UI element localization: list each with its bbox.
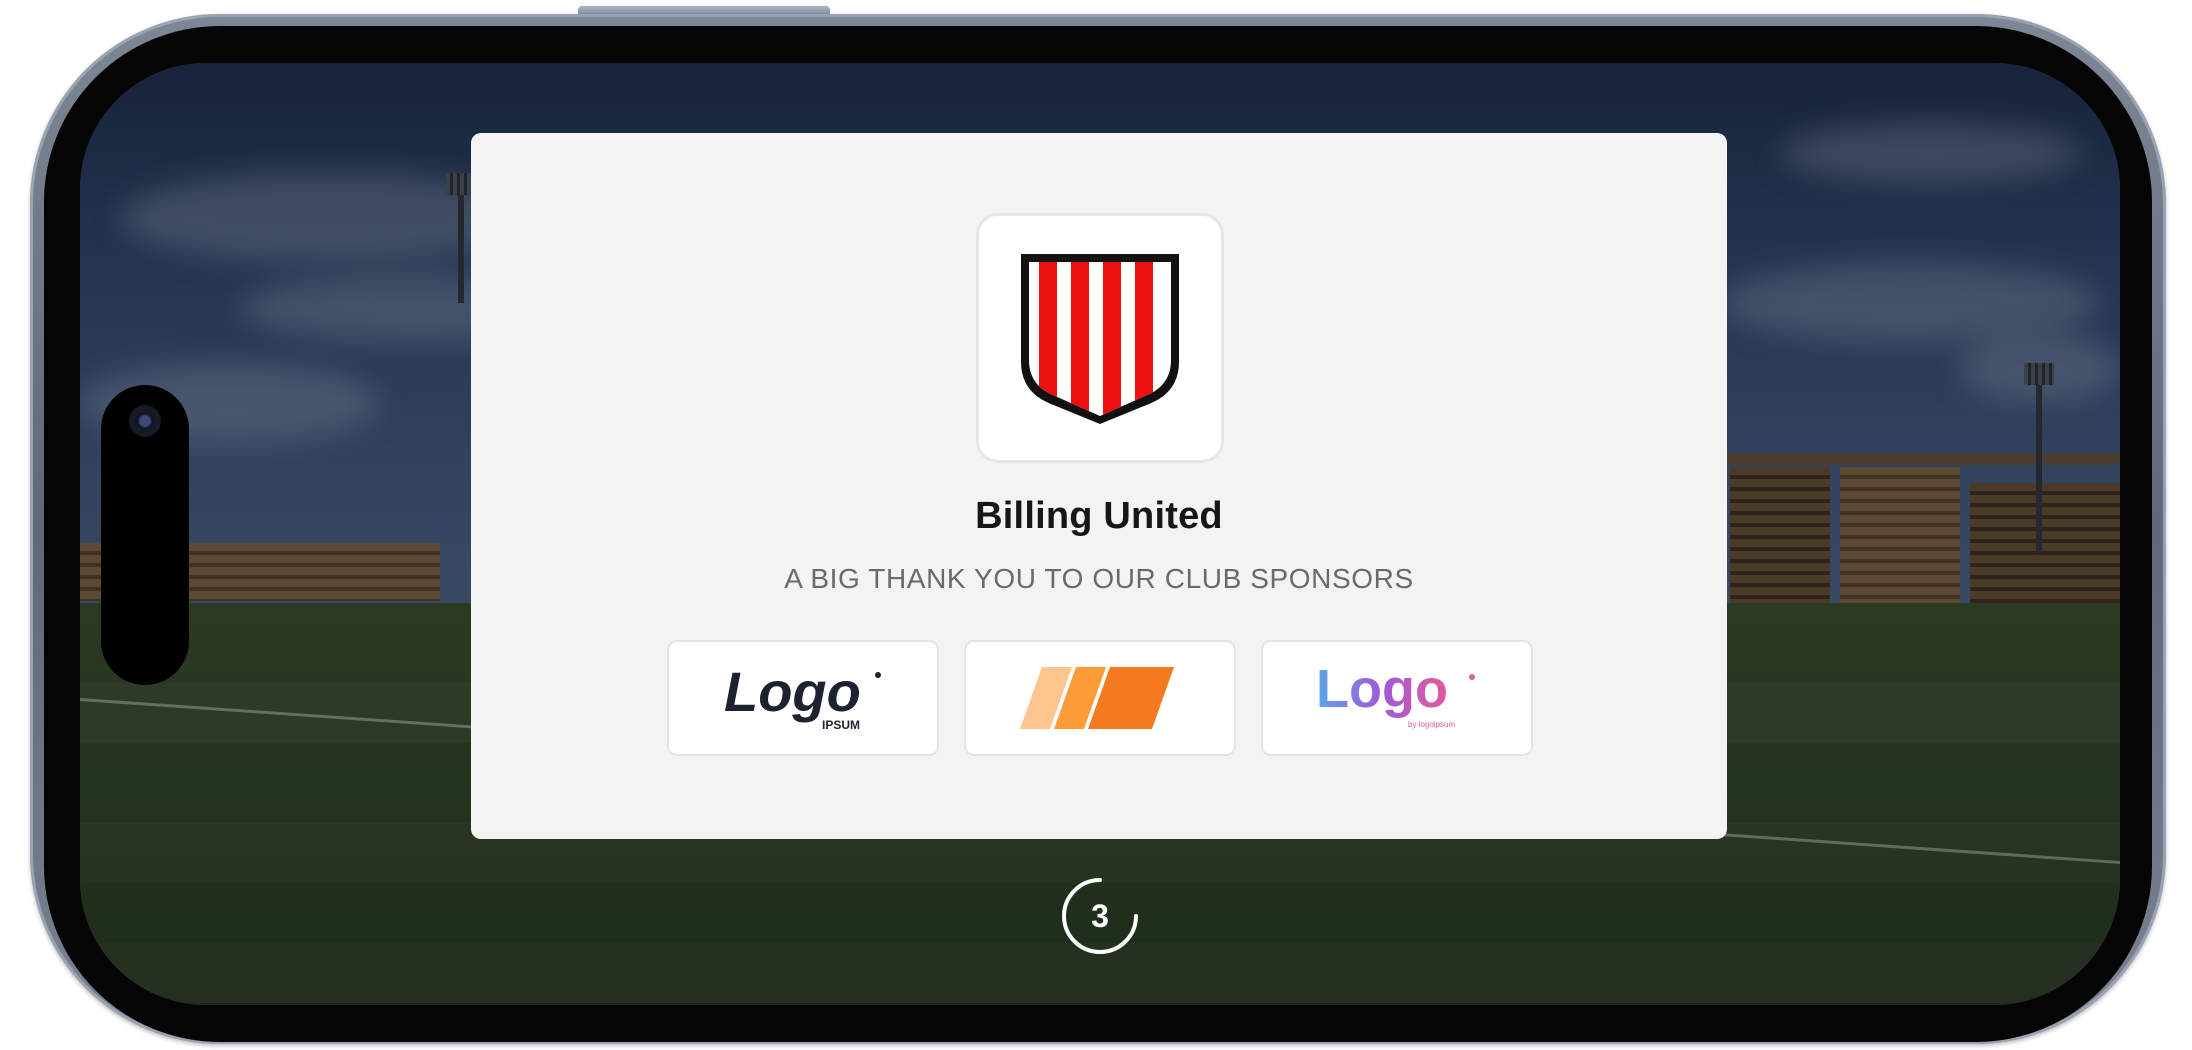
gradient-logo-wordmark-icon: Logo by logoipsum bbox=[1316, 663, 1475, 729]
orange-stripes-logo-icon bbox=[1020, 667, 1174, 729]
sponsor-3-subtext: by logoipsum bbox=[1408, 720, 1455, 729]
sponsor-1-subtext: IPSUM bbox=[822, 718, 860, 732]
camera-icon bbox=[129, 405, 161, 437]
stadium-stands-right bbox=[1970, 483, 2120, 603]
device-mockup: Billing United A BIG THANK YOU TO OUR CL… bbox=[0, 0, 2192, 1050]
dynamic-island bbox=[101, 385, 189, 685]
stadium-stands-right bbox=[1840, 467, 1960, 603]
sponsor-3-text: Logo bbox=[1316, 663, 1448, 719]
club-crest-container bbox=[976, 213, 1224, 463]
sponsor-1-text: Logo bbox=[724, 663, 861, 723]
club-name: Billing United bbox=[975, 495, 1223, 537]
countdown-value: 3 bbox=[1091, 898, 1109, 934]
countdown-timer: 3 bbox=[1060, 876, 1140, 956]
floodlight bbox=[2024, 363, 2054, 385]
sponsor-logos: Logo IPSUM Logo by logoipsum bbox=[667, 640, 1533, 756]
logo-ipsum-wordmark-icon: Logo IPSUM bbox=[724, 663, 881, 732]
club-crest-icon bbox=[1021, 254, 1179, 424]
sponsor-logo-3[interactable]: Logo by logoipsum bbox=[1261, 640, 1533, 756]
sponsor-logo-2[interactable] bbox=[964, 640, 1236, 756]
cloud bbox=[1780, 123, 2080, 183]
sponsor-card: Billing United A BIG THANK YOU TO OUR CL… bbox=[471, 133, 1727, 839]
stadium-stands-right bbox=[1730, 467, 1830, 603]
sponsors-message: A BIG THANK YOU TO OUR CLUB SPONSORS bbox=[784, 563, 1414, 594]
stadium-roof bbox=[1720, 453, 2120, 465]
floodlight-pole bbox=[2036, 373, 2042, 553]
cloud bbox=[1720, 263, 2100, 343]
sponsor-logo-1[interactable]: Logo IPSUM bbox=[667, 640, 939, 756]
floodlight-pole bbox=[458, 183, 464, 303]
